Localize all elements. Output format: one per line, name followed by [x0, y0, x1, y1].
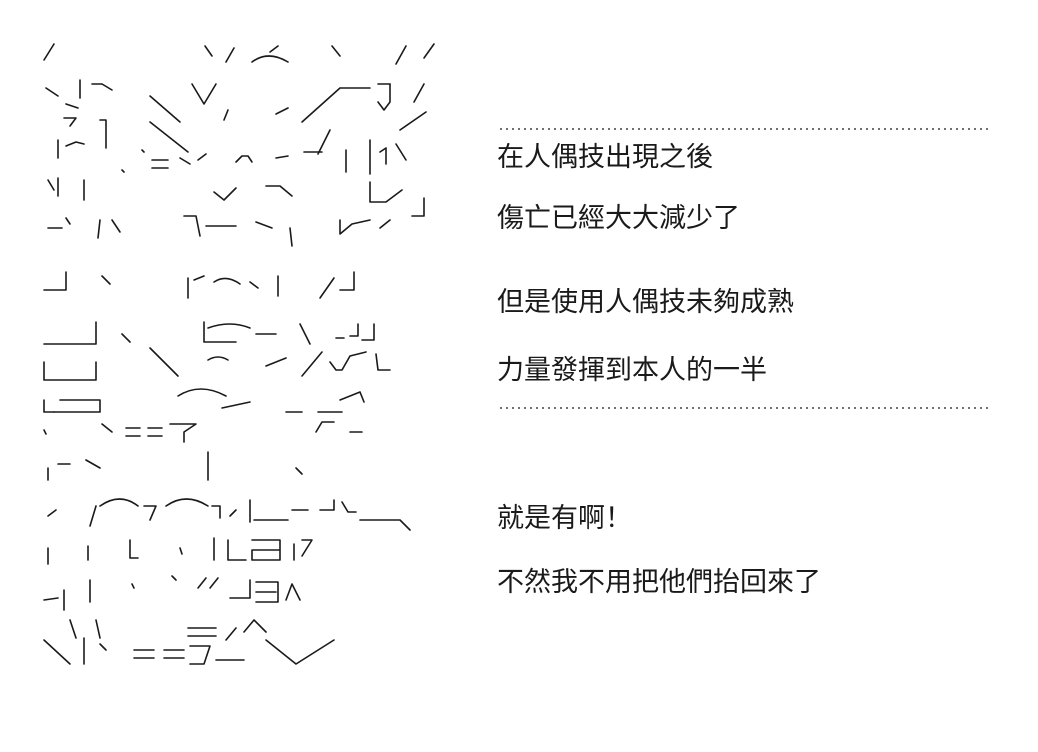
dialogue-line-1: 在人偶技出現之後: [497, 142, 713, 173]
ascii-art-drawing: [43, 43, 435, 665]
dialogue-line-6: 不然我不用把他們抬回來了: [497, 567, 821, 598]
dialogue-line-4: 力量發揮到本人的一半: [497, 355, 767, 386]
dotted-divider-top: [498, 125, 990, 133]
dotted-divider-bottom: [498, 404, 990, 412]
dialogue-line-2: 傷亡已經大大減少了: [497, 203, 740, 234]
dialogue-line-3: 但是使用人偶技未夠成熟: [497, 287, 794, 318]
ascii-art-character: [40, 40, 460, 680]
dialogue-line-5: 就是有啊！: [497, 503, 632, 534]
